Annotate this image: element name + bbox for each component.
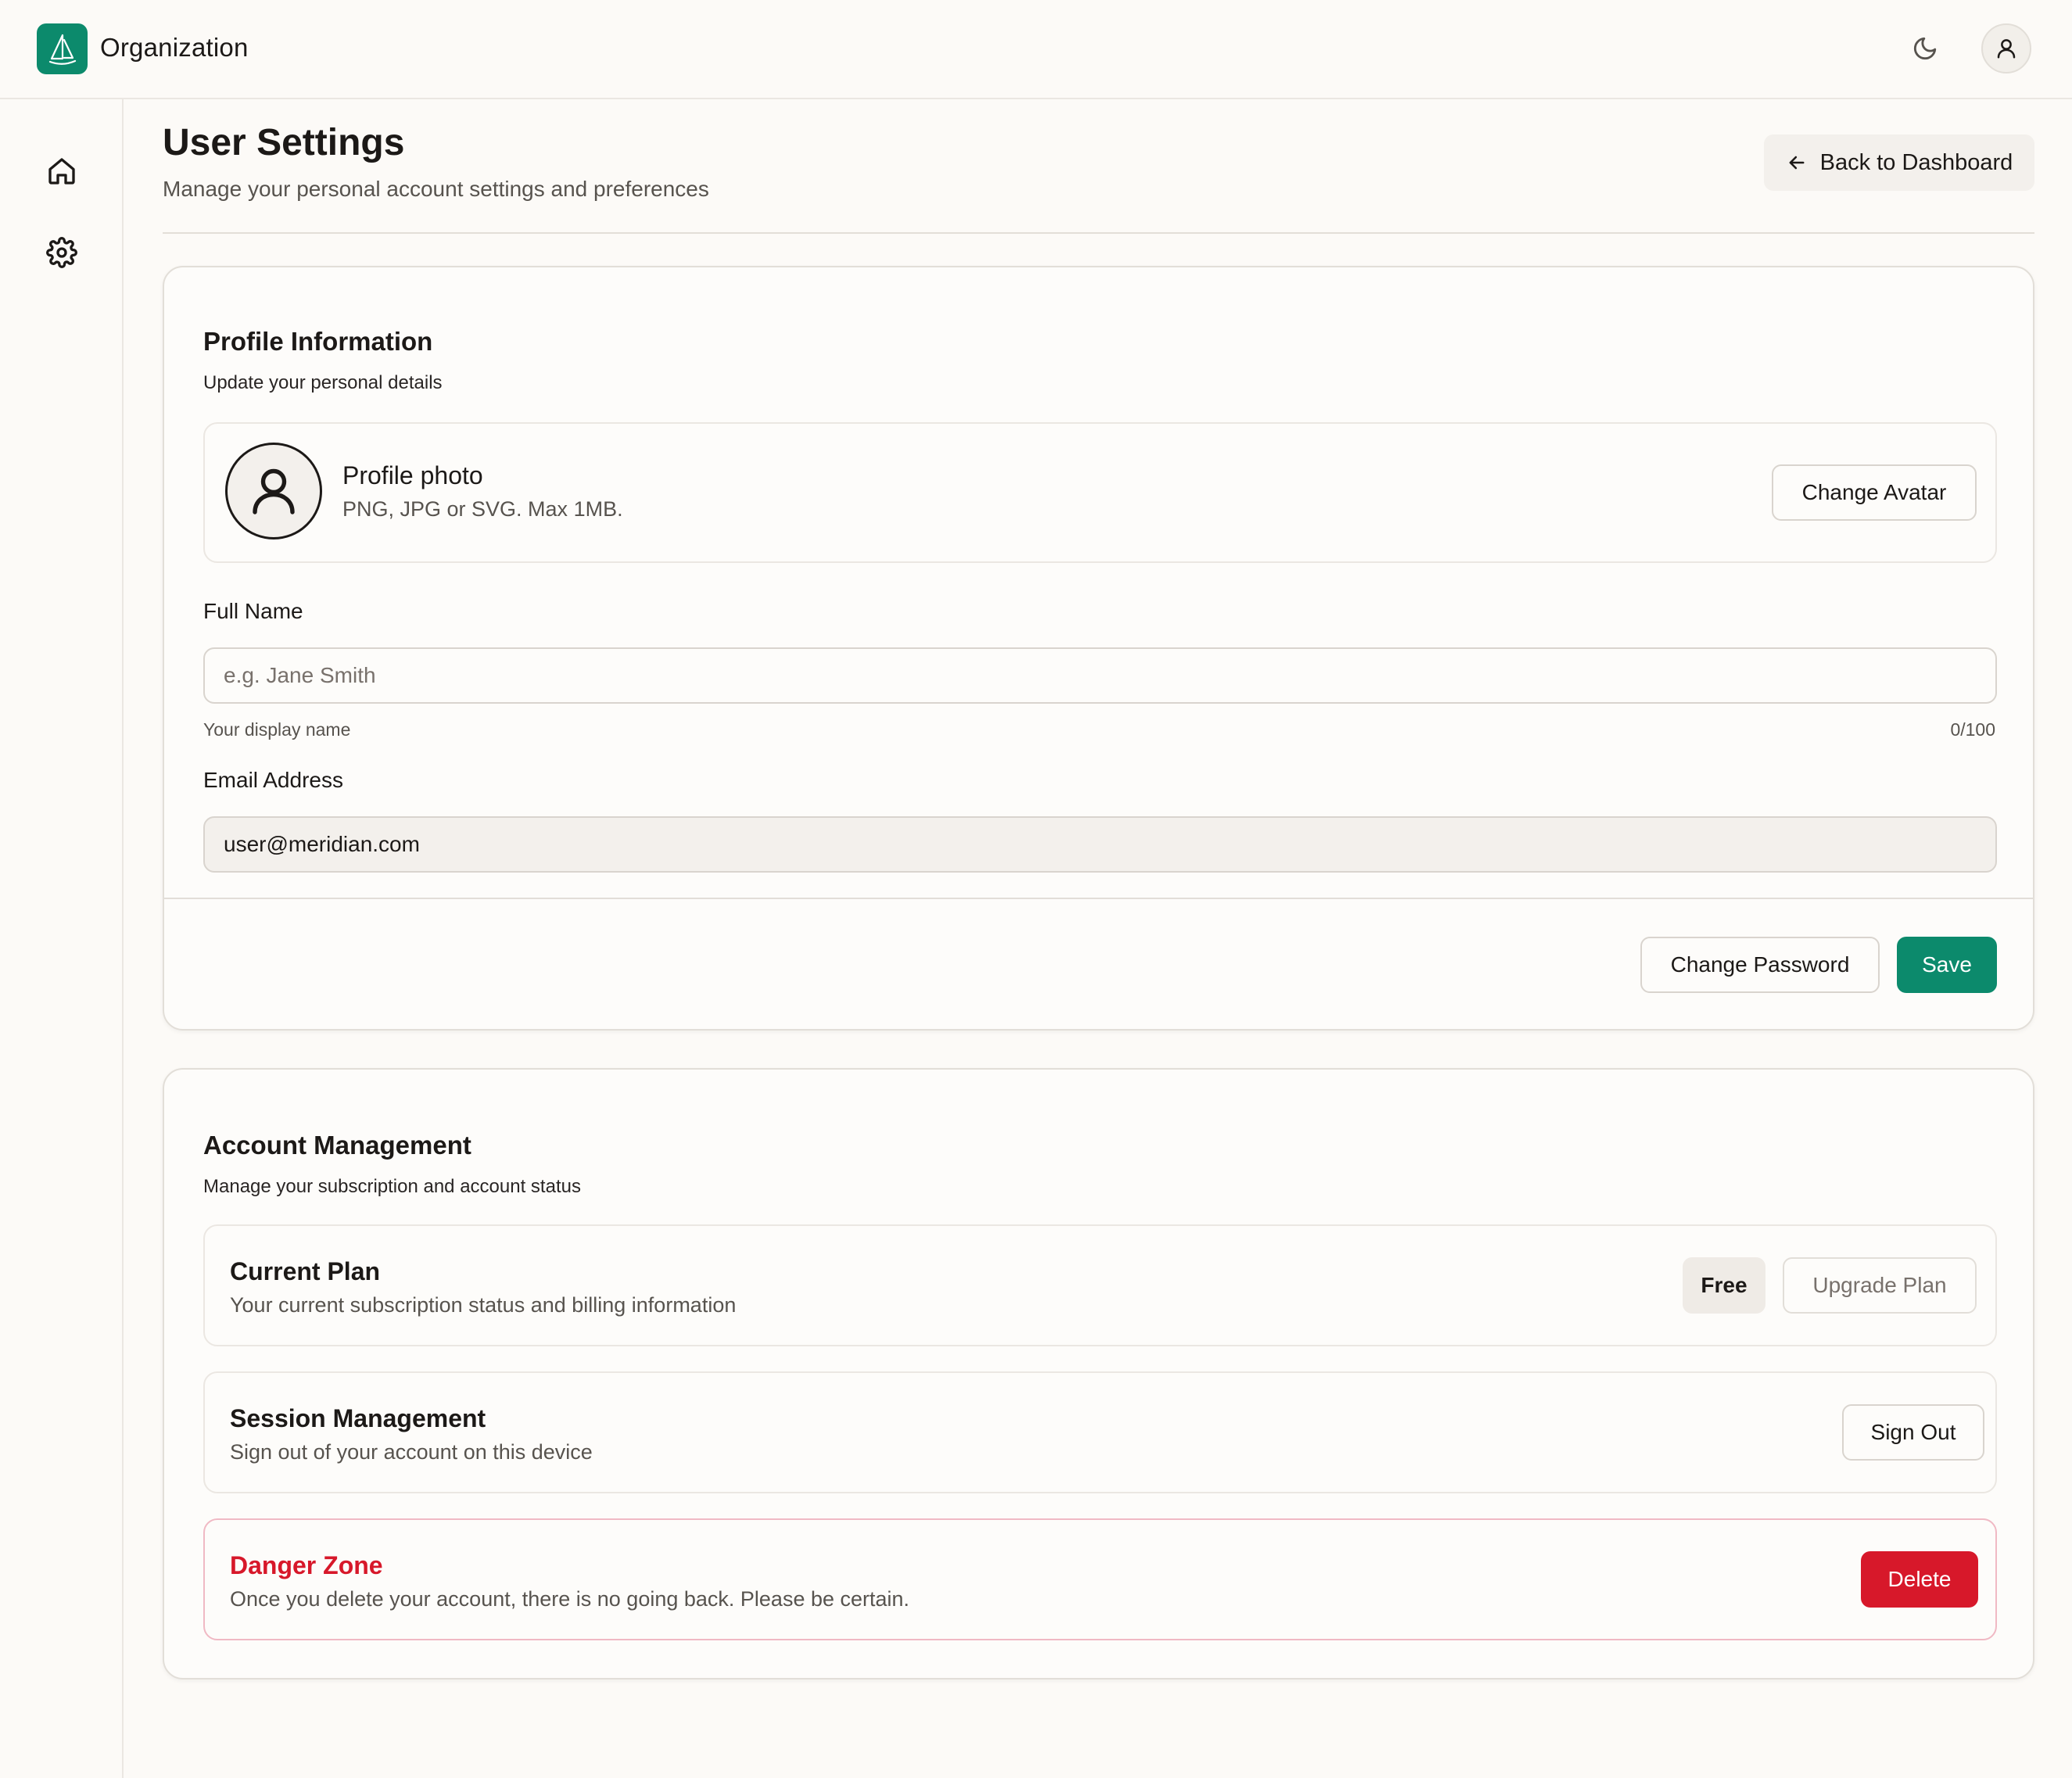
plan-title: Current Plan <box>230 1257 381 1285</box>
account-card: Account Management Manage your subscript… <box>163 1068 2034 1679</box>
email-label: Email Address <box>203 768 343 792</box>
change-avatar-button[interactable]: Change Avatar <box>1772 464 1977 521</box>
user-icon <box>1997 39 2016 59</box>
sidebar <box>0 99 124 1778</box>
page-title: User Settings <box>163 122 405 163</box>
logo-icon[interactable] <box>37 23 88 74</box>
moon-icon[interactable] <box>1908 31 1942 66</box>
home-icon[interactable] <box>43 152 81 190</box>
photo-hint: PNG, JPG or SVG. Max 1MB. <box>342 497 623 521</box>
save-button[interactable]: Save <box>1897 937 1997 993</box>
plan-badge: Free <box>1683 1257 1766 1314</box>
current-plan-panel: Current Plan Your current subscription s… <box>203 1224 1997 1346</box>
danger-title: Danger Zone <box>230 1551 383 1579</box>
account-title: Account Management <box>203 1131 471 1160</box>
full-name-counter: 0/100 <box>1950 719 1995 740</box>
sign-out-button[interactable]: Sign Out <box>1842 1404 1984 1461</box>
full-name-input[interactable]: e.g. Jane Smith <box>203 647 1997 704</box>
avatar <box>225 443 322 539</box>
page-subtitle: Manage your personal account settings an… <box>163 177 709 201</box>
account-subtitle: Manage your subscription and account sta… <box>203 1176 581 1197</box>
photo-label: Profile photo <box>342 461 483 489</box>
session-subtitle: Sign out of your account on this device <box>230 1440 593 1464</box>
delete-button[interactable]: Delete <box>1861 1551 1978 1608</box>
plan-subtitle: Your current subscription status and bil… <box>230 1293 737 1317</box>
profile-card: Profile Information Update your personal… <box>163 266 2034 1031</box>
session-panel: Session Management Sign out of your acco… <box>203 1371 1997 1493</box>
full-name-label: Full Name <box>203 599 303 623</box>
profile-title: Profile Information <box>203 327 433 356</box>
user-icon <box>253 468 295 514</box>
profile-subtitle: Update your personal details <box>203 372 443 393</box>
email-field[interactable]: user@meridian.com <box>203 816 1997 873</box>
org-name[interactable]: Organization <box>100 33 249 63</box>
back-to-dashboard-button[interactable]: Back to Dashboard <box>1764 134 2034 191</box>
session-title: Session Management <box>230 1404 486 1432</box>
full-name-hint: Your display name <box>203 719 351 740</box>
arrow-left-icon <box>1789 156 1805 170</box>
danger-zone-panel: Danger Zone Once you delete your account… <box>203 1518 1997 1640</box>
email-value: user@meridian.com <box>224 832 420 856</box>
user-menu-button[interactable] <box>1981 23 2031 73</box>
upgrade-plan-button[interactable]: Upgrade Plan <box>1783 1257 1977 1314</box>
danger-subtitle: Once you delete your account, there is n… <box>230 1587 910 1611</box>
top-bar: Organization <box>0 0 2072 99</box>
back-label: Back to Dashboard <box>1819 149 2013 175</box>
header-divider <box>163 232 2034 234</box>
profile-photo-panel: Profile photo PNG, JPG or SVG. Max 1MB. … <box>203 422 1997 563</box>
change-password-button[interactable]: Change Password <box>1640 937 1880 993</box>
gear-icon[interactable] <box>43 234 81 271</box>
full-name-placeholder: e.g. Jane Smith <box>224 663 376 687</box>
card-footer-divider <box>164 898 2033 899</box>
